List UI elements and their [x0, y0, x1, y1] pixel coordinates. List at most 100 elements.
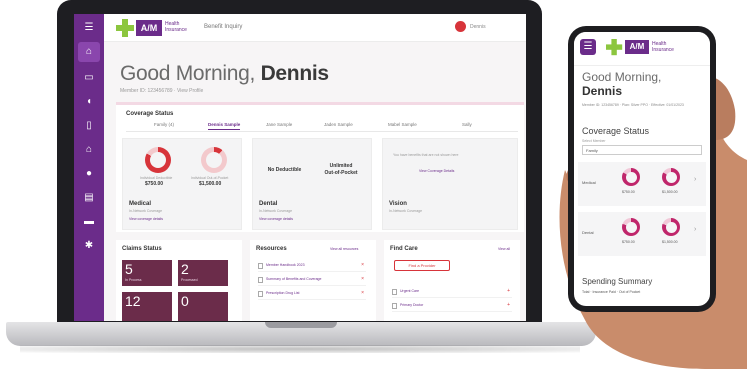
member-select-label: Select Member: [582, 139, 606, 143]
phone-greeting-prefix: Good Morning,: [582, 70, 662, 84]
member-select[interactable]: Family: [582, 145, 702, 155]
page-title: Good Morning, Dennis: [120, 62, 329, 86]
add-icon[interactable]: +: [507, 288, 510, 294]
location-icon: [392, 303, 397, 309]
resource-item-label: Prescription Drug List: [266, 291, 300, 295]
phone-coverage-title: Coverage Status: [582, 126, 650, 136]
card-icon[interactable]: ▭: [83, 72, 95, 84]
phone-page-title: Good Morning, Dennis: [582, 70, 661, 98]
dental-deductible: No Deductible: [267, 167, 302, 173]
medical-details-link[interactable]: View coverage details: [129, 217, 163, 221]
care-item-label: Primary Doctor: [400, 303, 424, 307]
claims-in-process-count: 5: [125, 261, 133, 277]
avatar[interactable]: [455, 21, 466, 32]
claims-denied-tile[interactable]: 0: [178, 292, 228, 321]
phone-deductible-donut: [622, 218, 640, 236]
dental-details-link[interactable]: View coverage details: [259, 217, 293, 221]
oop-caption: Individual Out-of-Pocket: [191, 176, 229, 180]
dental-panel[interactable]: No Deductible Unlimited Out-of-Pocket De…: [252, 138, 372, 230]
claims-paid-count: 12: [125, 293, 141, 309]
claims-status-card: Claims Status 5 In Process 2 Processed 1…: [116, 240, 242, 321]
phone-deductible-donut: [622, 168, 640, 186]
vision-panel[interactable]: You have benefits that are not shown her…: [382, 138, 518, 230]
dental-label: Dental: [259, 201, 278, 207]
laptop-shadow: [20, 345, 580, 353]
close-icon[interactable]: ×: [361, 276, 364, 282]
deductible-donut: [145, 147, 171, 173]
claims-processed-label: Processed: [181, 278, 198, 282]
file-icon[interactable]: ▤: [83, 192, 95, 204]
vision-details-link[interactable]: View Coverage Details: [419, 169, 454, 173]
medical-panel[interactable]: Individual Deductible Individual Out-of-…: [122, 138, 242, 230]
location-icon: [392, 289, 397, 295]
greeting-subtitle: Member ID: 123456789 · View Profile: [120, 88, 204, 94]
phone-oop-donut: [662, 218, 680, 236]
document-icon[interactable]: ▯: [83, 120, 95, 132]
hospital-icon[interactable]: ⌂: [83, 144, 95, 156]
phone-oop-donut: [662, 168, 680, 186]
phone-greeting-name: Dennis: [582, 84, 623, 98]
phone-deductible-value: $750.00: [622, 240, 635, 244]
greeting-prefix: Good Morning,: [120, 62, 256, 85]
claims-title: Claims Status: [122, 246, 162, 252]
phone-screen: ☰ A/M Health Insurance Good Morning, Denn…: [574, 32, 710, 306]
tab-dennis[interactable]: Dennis Sample: [208, 122, 241, 130]
coverage-title: Coverage Status: [126, 111, 174, 117]
chevron-right-icon[interactable]: ›: [694, 226, 696, 233]
claims-in-process-tile[interactable]: 5 In Process: [122, 260, 172, 286]
chevron-right-icon[interactable]: ›: [694, 176, 696, 183]
add-icon[interactable]: +: [507, 302, 510, 308]
claims-processed-count: 2: [181, 261, 189, 277]
find-care-view-all-link[interactable]: View all: [498, 247, 510, 251]
resource-item[interactable]: Prescription Drug List ×: [258, 290, 366, 300]
resources-card: Resources View all resources Member Hand…: [250, 240, 376, 321]
tab-sally[interactable]: Sally: [462, 122, 472, 127]
resource-item[interactable]: Member Handbook 2023 ×: [258, 262, 366, 272]
user-menu[interactable]: Dennis: [470, 24, 486, 30]
logo-mark: A/M: [625, 40, 649, 54]
top-nav-label[interactable]: Benefit Inquiry: [204, 24, 242, 30]
tab-mabel[interactable]: Mabel Sample: [388, 122, 417, 127]
close-icon[interactable]: ×: [361, 290, 364, 296]
claims-denied-count: 0: [181, 293, 189, 309]
chat-icon[interactable]: ▬: [83, 216, 95, 228]
menu-icon[interactable]: ☰: [580, 39, 596, 55]
resource-item[interactable]: Summary of Benefits and Coverage ×: [258, 276, 366, 286]
vision-sub: In-Network Coverage: [389, 209, 423, 213]
care-item[interactable]: Primary Doctor +: [392, 302, 512, 312]
coverage-status-card: Coverage Status Family (4) Dennis Sample…: [116, 102, 524, 232]
tab-jane[interactable]: Jane Sample: [266, 122, 292, 127]
star-icon[interactable]: ✱: [83, 240, 95, 252]
greeting-name: Dennis: [260, 62, 330, 85]
care-item[interactable]: Urgent Care +: [392, 288, 512, 298]
claims-processed-tile[interactable]: 2 Processed: [178, 260, 228, 286]
tab-family[interactable]: Family (4): [154, 122, 174, 127]
out-of-pocket-donut: [201, 147, 227, 173]
menu-icon[interactable]: ☰: [83, 22, 95, 34]
person-icon[interactable]: ●: [83, 168, 95, 180]
dental-oop: Out-of-Pocket: [324, 170, 358, 176]
medical-sub: In-Network Coverage: [129, 209, 163, 213]
top-bar: A/M Health Insurance Benefit Inquiry Den…: [104, 14, 526, 42]
phone-coverage-row[interactable]: Dental $750.00 $1,500.00 ›: [578, 212, 706, 256]
spending-legend: Total · Insurance Paid · Out of Pocket: [582, 290, 641, 294]
close-icon[interactable]: ×: [361, 262, 364, 268]
document-icon: [258, 263, 263, 269]
phone-coverage-row[interactable]: Medical $750.00 $1,500.00 ›: [578, 162, 706, 206]
pill-icon[interactable]: ◖: [83, 96, 95, 108]
plus-logo-icon: [606, 39, 623, 56]
resource-item-label: Summary of Benefits and Coverage: [266, 277, 322, 281]
resources-view-all-link[interactable]: View all resources: [330, 247, 358, 251]
spending-summary-title: Spending Summary: [582, 277, 653, 286]
phone-row-label: Dental: [582, 230, 594, 235]
phone-member-info: Member ID: 123456789 · Plan: Silver PPO …: [582, 103, 684, 107]
home-icon[interactable]: ⌂: [78, 42, 100, 62]
phone-deductible-value: $750.00: [622, 190, 635, 194]
find-care-card: Find Care View all Find a Provider Urgen…: [384, 240, 520, 321]
laptop-notch: [265, 322, 337, 328]
sidebar: ☰ ⌂ ▭ ◖ ▯ ⌂ ● ▤ ▬ ✱: [74, 14, 104, 321]
claims-paid-tile[interactable]: 12: [122, 292, 172, 321]
tab-jaden[interactable]: Jaden Sample: [324, 122, 353, 127]
care-item-label: Urgent Care: [400, 289, 420, 293]
find-provider-button[interactable]: Find a Provider: [394, 260, 450, 271]
